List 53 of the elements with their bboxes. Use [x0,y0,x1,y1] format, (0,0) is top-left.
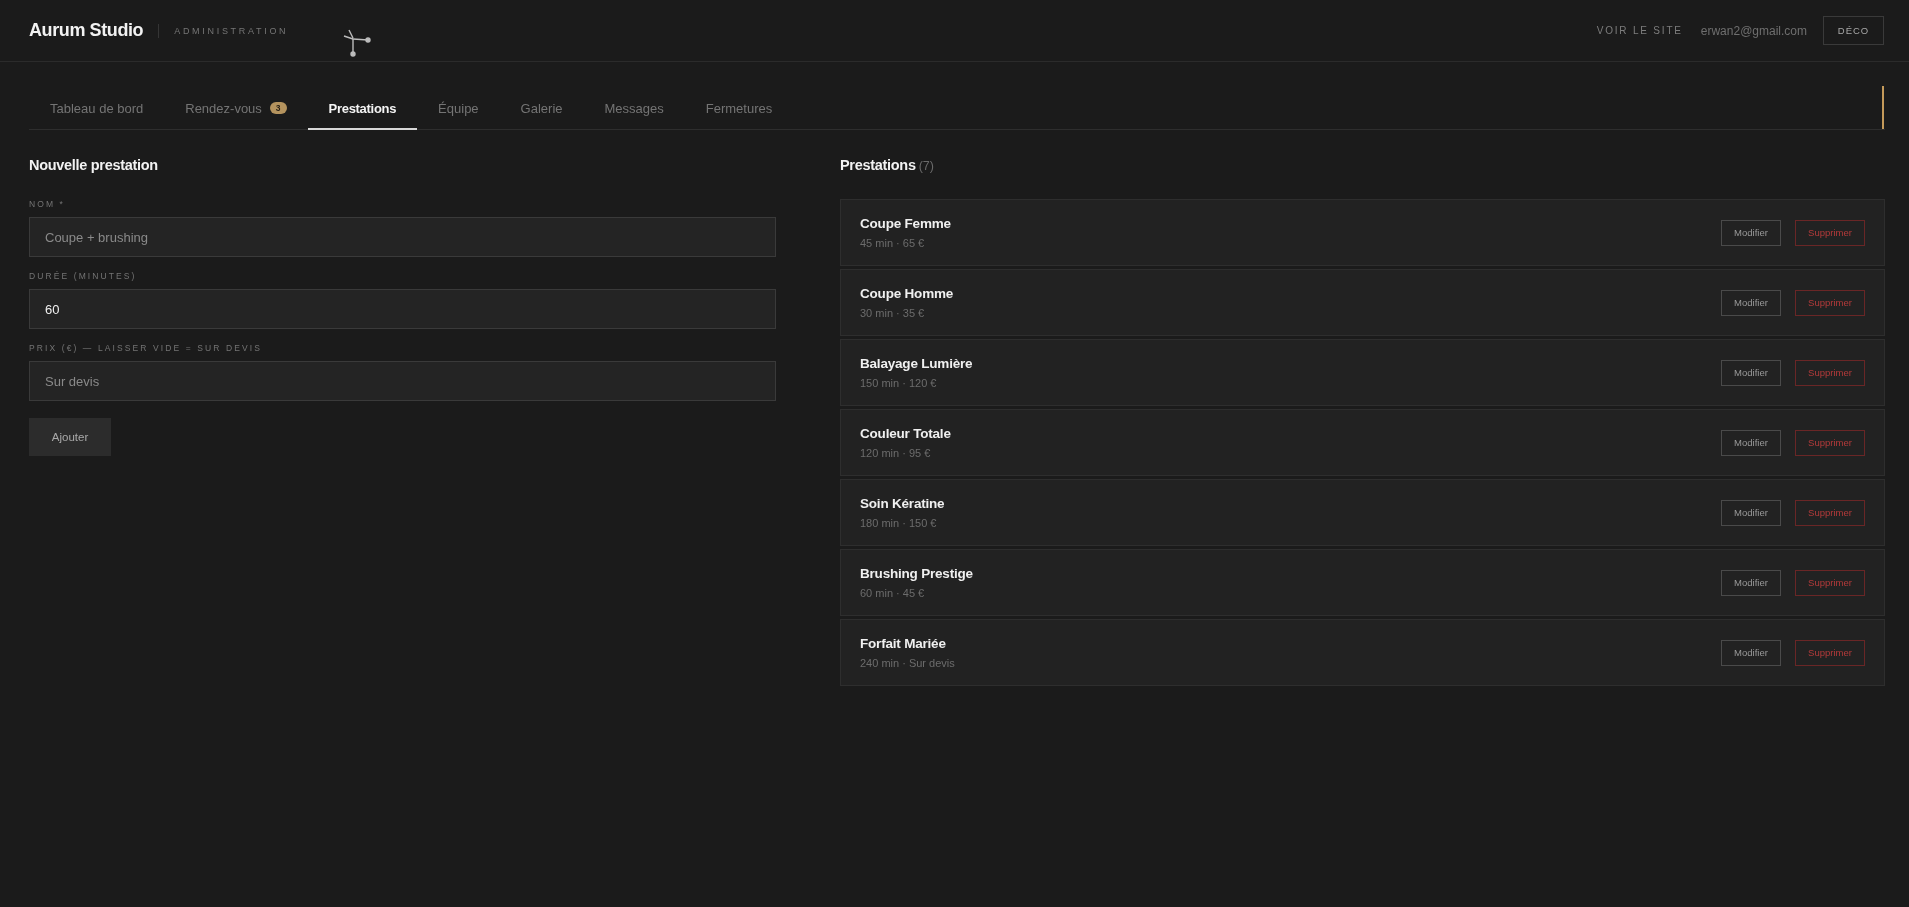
service-details: 150 min · 120 € [860,377,938,389]
edit-button[interactable]: Modifier [1721,499,1781,526]
service-name: Brushing Prestige [860,566,973,581]
service-details: 60 min · 45 € [860,587,926,599]
list-title: Prestations [840,157,916,173]
field-label: DURÉE (MINUTES) [29,271,137,282]
delete-button[interactable]: Supprimer [1795,639,1865,666]
add-button[interactable]: Ajouter [29,418,111,456]
delete-button[interactable]: Supprimer [1795,499,1865,526]
service-name: Couleur Totale [860,426,951,441]
nav-tab[interactable]: Tableau de bord [29,86,165,130]
input-field[interactable]: Coupe + brushing [29,217,776,257]
site-link[interactable]: VOIR LE SITE [1596,25,1683,36]
nav-tab[interactable]: Rendez-vous 3 [164,86,308,130]
nav-tab[interactable]: Galerie [499,86,584,130]
edit-button[interactable]: Modifier [1721,359,1781,386]
section-subtitle: ADMINISTRATION [174,25,289,36]
service-name: Balayage Lumière [860,356,973,371]
service-details: 180 min · 150 € [860,517,938,529]
nav-tab[interactable]: Messages [583,86,685,130]
count-badge: 3 [269,102,287,114]
logout-button[interactable]: DÉCO [1823,16,1884,45]
service-details: 30 min · 35 € [860,307,926,319]
scroll-indicator [1882,86,1884,129]
service-details: 120 min · 95 € [860,447,932,459]
service-name: Coupe Femme [860,216,951,231]
delete-button[interactable]: Supprimer [1795,359,1865,386]
delete-button[interactable]: Supprimer [1795,289,1865,316]
list-count: (7) [918,159,934,173]
form-title: Nouvelle prestation [29,156,159,175]
nav-tab[interactable]: Fermetures [684,86,794,130]
edit-button[interactable]: Modifier [1721,429,1781,456]
user-email: erwan2@gmail.com [1700,23,1807,38]
service-name: Coupe Homme [860,286,954,301]
nav-tab[interactable]: Prestations [307,86,418,130]
delete-button[interactable]: Supprimer [1795,219,1865,246]
edit-button[interactable]: Modifier [1721,219,1781,246]
delete-button[interactable]: Supprimer [1795,429,1865,456]
edit-button[interactable]: Modifier [1721,289,1781,316]
nav-tab[interactable]: Équipe [417,86,500,130]
field-label: NOM * [29,199,65,210]
delete-button[interactable]: Supprimer [1795,569,1865,596]
service-name: Soin Kératine [860,496,945,511]
cursor-icon [343,29,371,57]
input-field[interactable]: Sur devis [29,361,776,401]
field-label: PRIX (€) — LAISSER VIDE = SUR DEVIS [29,343,262,354]
service-name: Forfait Mariée [860,636,947,651]
service-details: 240 min · Sur devis [860,657,955,669]
service-details: 45 min · 65 € [860,237,926,249]
edit-button[interactable]: Modifier [1721,569,1781,596]
input-field[interactable]: 60 [29,289,776,329]
edit-button[interactable]: Modifier [1721,639,1781,666]
logo-text: Aurum Studio [29,20,144,41]
